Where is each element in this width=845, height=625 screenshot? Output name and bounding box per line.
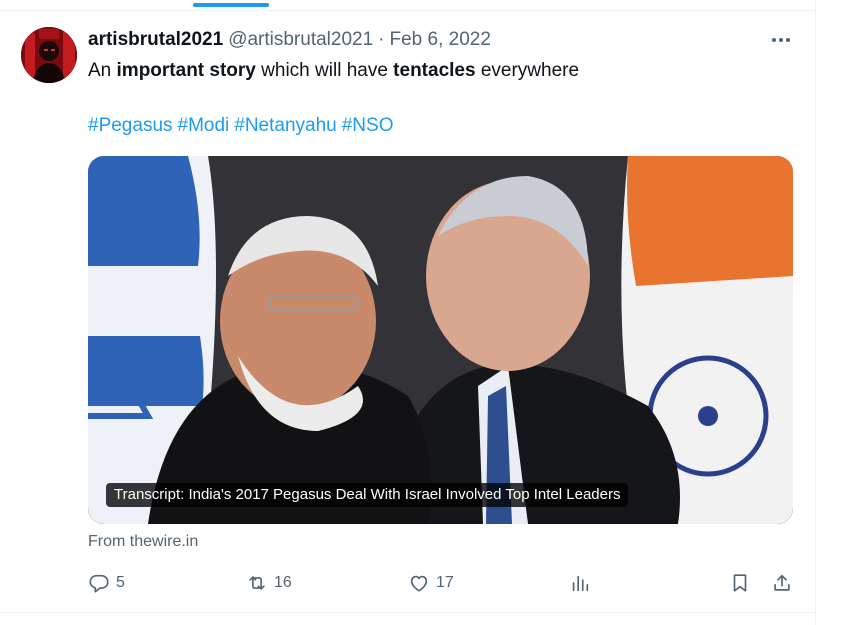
column-divider bbox=[815, 0, 816, 625]
tweet-text-part: An bbox=[88, 60, 117, 81]
share-icon bbox=[774, 574, 790, 591]
separator-dot: · bbox=[378, 29, 385, 50]
tweet-date[interactable]: Feb 6, 2022 bbox=[390, 29, 491, 51]
tweet-text-part: which will have bbox=[255, 60, 394, 81]
views-icon bbox=[572, 575, 589, 592]
tweet-header: artisbrutal2021 @artisbrutal2021 · Feb 6… bbox=[88, 29, 491, 51]
hashtag-netanyahu[interactable]: #Netanyahu bbox=[234, 115, 336, 136]
like-button[interactable]: 17 bbox=[408, 568, 454, 598]
tweet-text: An important story which will have tenta… bbox=[88, 60, 579, 82]
more-icon-dot bbox=[779, 38, 783, 42]
heart-icon bbox=[410, 575, 428, 592]
hashtag-modi[interactable]: #Modi bbox=[178, 115, 230, 136]
views-button[interactable] bbox=[569, 568, 591, 598]
tweet-text-part: everywhere bbox=[475, 60, 580, 81]
tweet-text-bold: important story bbox=[116, 60, 256, 81]
user-handle[interactable]: @artisbrutal2021 bbox=[228, 29, 373, 51]
reply-icon bbox=[89, 574, 109, 593]
card-title: Transcript: India's 2017 Pegasus Deal Wi… bbox=[106, 483, 629, 507]
hashtag-pegasus[interactable]: #Pegasus bbox=[88, 115, 173, 136]
link-card[interactable] bbox=[88, 156, 793, 524]
bookmark-icon bbox=[733, 574, 747, 592]
card-source[interactable]: From thewire.in bbox=[88, 533, 198, 551]
more-icon bbox=[772, 38, 776, 42]
display-name[interactable]: artisbrutal2021 bbox=[88, 29, 223, 51]
hashtag-nso[interactable]: #NSO bbox=[342, 115, 394, 136]
reply-button[interactable]: 5 bbox=[88, 568, 125, 598]
tweet[interactable]: artisbrutal2021 @artisbrutal2021 · Feb 6… bbox=[0, 0, 815, 601]
action-bar: 5 16 17 bbox=[0, 568, 815, 598]
share-button[interactable] bbox=[771, 568, 793, 598]
repost-button[interactable]: 16 bbox=[246, 568, 292, 598]
hashtags: #Pegasus #Modi #Netanyahu #NSO bbox=[88, 115, 398, 137]
avatar[interactable] bbox=[21, 27, 77, 83]
bookmark-button[interactable] bbox=[729, 568, 751, 598]
repost-count: 16 bbox=[274, 574, 292, 591]
more-icon-dot bbox=[786, 38, 790, 42]
repost-icon bbox=[249, 576, 265, 590]
tweet-text-bold: tentacles bbox=[393, 60, 476, 81]
card-image bbox=[88, 156, 793, 524]
more-options-button[interactable] bbox=[763, 28, 799, 52]
bottom-divider bbox=[0, 612, 815, 613]
reply-count: 5 bbox=[116, 574, 125, 591]
like-count: 17 bbox=[436, 574, 454, 591]
